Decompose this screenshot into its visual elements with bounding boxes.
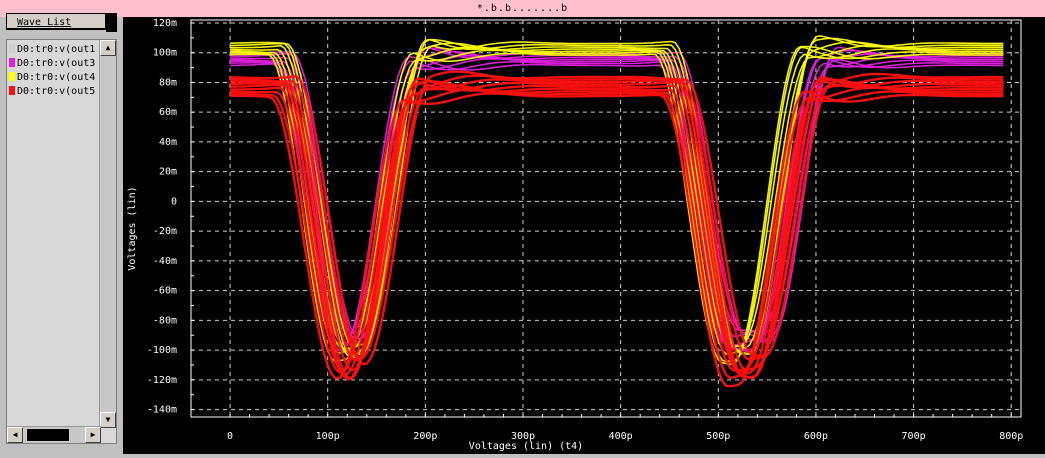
- wave-list-title[interactable]: Wave List: [6, 13, 106, 30]
- x-tick-label: 0: [227, 431, 233, 442]
- color-swatch: [9, 44, 15, 53]
- y-tick-label: 60m: [159, 107, 177, 118]
- waveform-trace: [230, 57, 1004, 347]
- y-tick-label: -140m: [147, 405, 177, 416]
- wave-label: D0:tr0:v(out5: [17, 86, 96, 97]
- wave-label: D0:tr0:v(out1: [17, 44, 96, 55]
- x-tick-label: 700p: [902, 431, 926, 442]
- waveform-trace: [230, 56, 1004, 351]
- color-swatch: [9, 72, 15, 81]
- y-tick-label: 40m: [159, 137, 177, 148]
- vertical-scrollbar[interactable]: ▲ ▼: [99, 40, 116, 428]
- y-tick-label: -120m: [147, 375, 177, 386]
- y-tick-label: 100m: [153, 48, 177, 59]
- wave-list-item[interactable]: D0:tr0:v(out4: [9, 71, 101, 85]
- wave-list-item[interactable]: D0:tr0:v(out5: [9, 85, 101, 99]
- waveform-trace: [230, 55, 1004, 353]
- x-axis-label: Voltages (lin) (t4): [469, 441, 583, 452]
- y-tick-label: -60m: [153, 286, 177, 297]
- waveform-plot[interactable]: 120m 100m 80m 60m 40m 20m 0 -20m -40m -60m -80m -10…: [123, 17, 1045, 454]
- eye-diagram-chart: 120m 100m 80m 60m 40m 20m 0 -20m -40m -60m -80m -10…: [127, 18, 1023, 452]
- wave-list-panel: Wave List D0:tr0:v(out1 D0:tr0:v(out3 D0…: [0, 13, 124, 454]
- color-swatch: [9, 58, 15, 67]
- x-tick-label: 600p: [804, 431, 828, 442]
- wave-list-item[interactable]: D0:tr0:v(out3: [9, 57, 101, 71]
- y-tick-label: -80m: [153, 315, 177, 326]
- wave-list-item[interactable]: D0:tr0:v(out1: [9, 43, 101, 57]
- wave-label: D0:tr0:v(out4: [17, 72, 96, 83]
- triangle-left-icon[interactable]: ◀: [7, 427, 23, 443]
- x-tick-label: 800p: [999, 431, 1023, 442]
- y-axis-label: Voltages (lin): [127, 186, 138, 270]
- x-tick-label: 500p: [706, 431, 730, 442]
- wave-label: D0:tr0:v(out3: [17, 58, 96, 69]
- x-tick-label: 200p: [413, 431, 437, 442]
- panel-close-button[interactable]: [106, 13, 117, 32]
- y-tick-label: 0: [171, 196, 177, 207]
- x-tick-label: 100p: [316, 431, 340, 442]
- wave-list: D0:tr0:v(out1 D0:tr0:v(out3 D0:tr0:v(out…: [6, 39, 117, 444]
- triangle-up-icon[interactable]: ▲: [100, 40, 116, 56]
- scroll-thumb[interactable]: [27, 429, 69, 441]
- x-tick-label: 400p: [609, 431, 633, 442]
- y-tick-label: 80m: [159, 77, 177, 88]
- y-tick-label: 20m: [159, 167, 177, 178]
- y-tick-label: -20m: [153, 226, 177, 237]
- window-title-bar: *.b.b.......b: [0, 0, 1045, 18]
- triangle-right-icon[interactable]: ▶: [85, 427, 101, 443]
- color-swatch: [9, 86, 15, 95]
- y-tick-label: -100m: [147, 345, 177, 356]
- y-tick-label: 120m: [153, 18, 177, 29]
- y-tick-label: -40m: [153, 256, 177, 267]
- horizontal-scrollbar[interactable]: ◀ ▶: [7, 426, 101, 443]
- window-title: *.b.b.......b: [476, 3, 569, 14]
- triangle-down-icon[interactable]: ▼: [100, 412, 116, 428]
